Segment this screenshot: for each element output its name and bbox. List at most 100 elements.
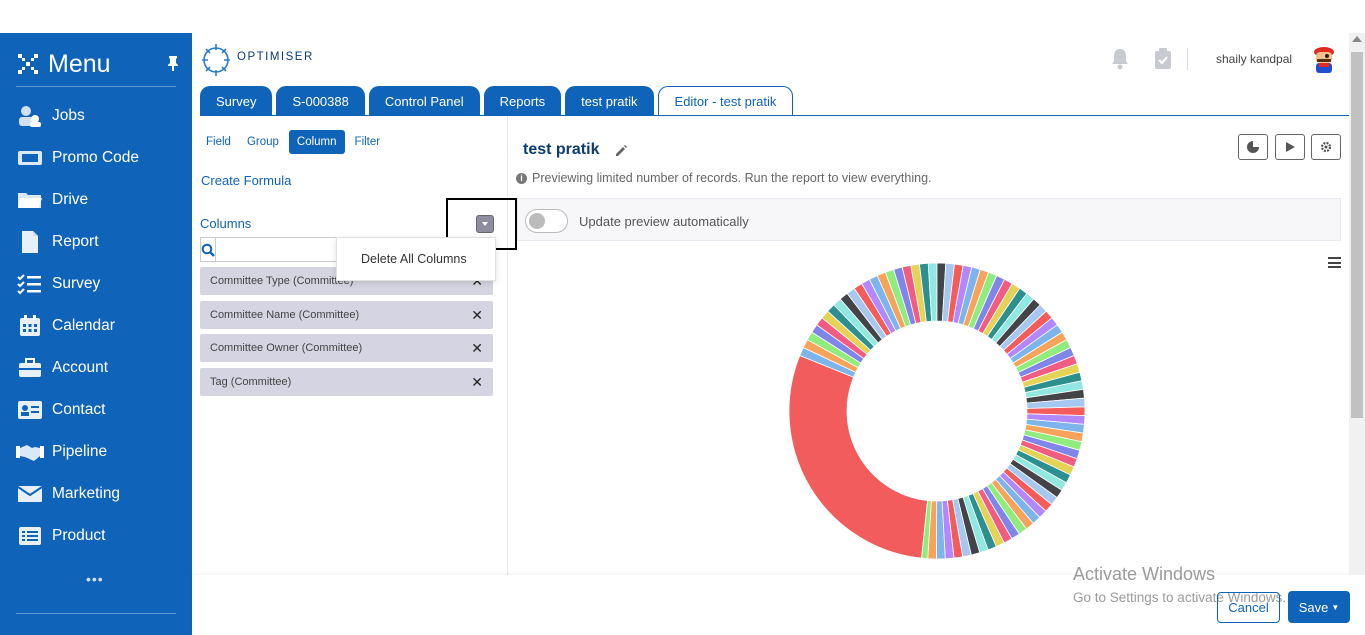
- scroll-up-arrow[interactable]: [1352, 36, 1362, 42]
- column-item-label: Tag (Committee): [210, 376, 292, 388]
- document-icon: [16, 230, 44, 254]
- auto-preview-toggle[interactable]: [525, 209, 568, 233]
- info-icon: i: [516, 172, 527, 184]
- sidebar-item-pipeline[interactable]: Pipeline: [16, 437, 186, 467]
- sidebar-item-product[interactable]: Product: [16, 521, 186, 551]
- column-item-label: Committee Owner (Committee): [210, 342, 363, 354]
- sidebar-item-label: Report: [52, 233, 99, 250]
- sidebar-item-survey[interactable]: Survey: [16, 269, 186, 299]
- remove-column-icon[interactable]: ✕: [471, 374, 483, 391]
- chart-button[interactable]: [1238, 134, 1268, 160]
- play-icon: [1286, 142, 1295, 152]
- columns-dropdown-button[interactable]: [476, 215, 494, 233]
- column-item[interactable]: Tag (Committee) ✕: [200, 368, 493, 396]
- search-button[interactable]: [200, 237, 216, 262]
- run-report-button[interactable]: [1275, 134, 1305, 160]
- toggle-knob: [529, 213, 545, 229]
- pin-icon[interactable]: [166, 55, 180, 71]
- tab-s-000388[interactable]: S-000388: [276, 86, 365, 116]
- header-icons: [1110, 48, 1172, 70]
- donut-slice-large[interactable]: [788, 355, 929, 559]
- sidebar-item-promo-code[interactable]: Promo Code: [16, 143, 186, 173]
- sidebar-item-label: Calendar: [52, 317, 115, 334]
- search-icon: [201, 243, 215, 257]
- envelope-icon: [16, 482, 44, 506]
- report-title: test pratik: [523, 141, 600, 158]
- preview-note-text: Previewing limited number of records. Ru…: [532, 171, 932, 185]
- menu-title: Menu: [48, 49, 111, 78]
- bell-icon[interactable]: [1110, 48, 1130, 70]
- sidebar-item-label: Marketing: [52, 485, 121, 502]
- sidebar-item-label: Promo Code: [52, 149, 140, 166]
- caret-down-icon: ▼: [1331, 602, 1340, 612]
- sidebar: Menu Jobs Promo Code Drive Report Survey: [0, 33, 192, 635]
- column-item[interactable]: Committee Name (Committee) ✕: [200, 301, 493, 329]
- chart-menu-icon[interactable]: [1328, 257, 1341, 268]
- sidebar-item-label: Survey: [52, 275, 101, 292]
- calendar-icon: [16, 314, 44, 338]
- more-button[interactable]: •••: [86, 571, 104, 587]
- subtab-column[interactable]: Column: [288, 130, 345, 154]
- settings-button[interactable]: [1311, 134, 1341, 160]
- clipboard-check-icon[interactable]: [1154, 48, 1172, 70]
- sidebar-item-label: Drive: [52, 191, 89, 208]
- tab-survey[interactable]: Survey: [200, 86, 273, 116]
- briefcase-icon: [16, 356, 44, 380]
- sidebar-item-marketing[interactable]: Marketing: [16, 479, 186, 509]
- sidebar-item-label: Contact: [52, 401, 106, 418]
- tab-test-pratik[interactable]: test pratik: [565, 86, 654, 116]
- subtab-field[interactable]: Field: [200, 131, 237, 153]
- avatar[interactable]: [1311, 45, 1337, 75]
- divider: [16, 86, 176, 87]
- column-item-label: Committee Name (Committee): [210, 309, 360, 321]
- columns-dropdown-menu: Delete All Columns: [336, 237, 496, 281]
- menu-icon: [18, 54, 38, 74]
- cancel-button[interactable]: Cancel: [1217, 592, 1280, 623]
- delete-all-columns-option[interactable]: Delete All Columns: [361, 252, 467, 266]
- donut-chart: [788, 262, 1086, 560]
- sidebar-item-label: Account: [52, 359, 109, 376]
- user-name[interactable]: shaily kandpal: [1216, 52, 1292, 66]
- save-button[interactable]: Save ▼: [1288, 591, 1350, 623]
- column-item-label: Committee Type (Committee): [210, 275, 354, 287]
- builder-subtabs: Field Group Column Filter: [200, 130, 390, 154]
- remove-column-icon[interactable]: ✕: [471, 340, 483, 357]
- sidebar-item-calendar[interactable]: Calendar: [16, 311, 186, 341]
- tab-editor-test-pratik[interactable]: Editor - test pratik: [657, 86, 794, 116]
- logo-icon: [202, 44, 230, 76]
- logo[interactable]: OPTIMISER: [199, 38, 319, 82]
- logo-text: OPTIMISER: [237, 51, 314, 63]
- pencil-icon[interactable]: [614, 144, 628, 158]
- activate-title: Activate Windows: [1073, 564, 1216, 584]
- remove-column-icon[interactable]: ✕: [471, 307, 483, 324]
- sidebar-item-jobs[interactable]: Jobs: [16, 101, 186, 131]
- sidebar-item-label: Pipeline: [52, 443, 108, 460]
- users-icon: [16, 104, 44, 128]
- sidebar-item-contact[interactable]: Contact: [16, 395, 186, 425]
- subtab-group[interactable]: Group: [241, 131, 285, 153]
- column-search: [200, 237, 384, 262]
- columns-label: Columns: [200, 216, 252, 231]
- sidebar-item-account[interactable]: Account: [16, 353, 186, 383]
- tab-reports[interactable]: Reports: [483, 86, 562, 116]
- divider: [16, 613, 176, 614]
- auto-preview-bar: Update preview automatically: [517, 198, 1341, 241]
- folder-icon: [16, 188, 44, 212]
- handshake-icon: [16, 440, 44, 464]
- tab-bar: Survey S-000388 Control Panel Reports te…: [200, 86, 797, 116]
- tab-control-panel[interactable]: Control Panel: [368, 86, 480, 116]
- column-item[interactable]: Committee Owner (Committee) ✕: [200, 334, 493, 362]
- menu-header[interactable]: Menu: [16, 47, 111, 81]
- sidebar-item-label: Jobs: [52, 107, 85, 124]
- list-icon: [16, 524, 44, 548]
- checklist-icon: [16, 272, 44, 296]
- create-formula-link[interactable]: Create Formula: [201, 173, 291, 188]
- sidebar-item-drive[interactable]: Drive: [16, 185, 186, 215]
- id-card-icon: [16, 398, 44, 422]
- report-preview: test pratik i Previewing limited number …: [509, 116, 1355, 575]
- pie-chart-icon: [1247, 141, 1259, 153]
- subtab-filter[interactable]: Filter: [349, 131, 387, 153]
- caret-down-icon: [482, 222, 488, 226]
- sidebar-item-report[interactable]: Report: [16, 227, 186, 257]
- scrollbar-thumb[interactable]: [1351, 52, 1363, 418]
